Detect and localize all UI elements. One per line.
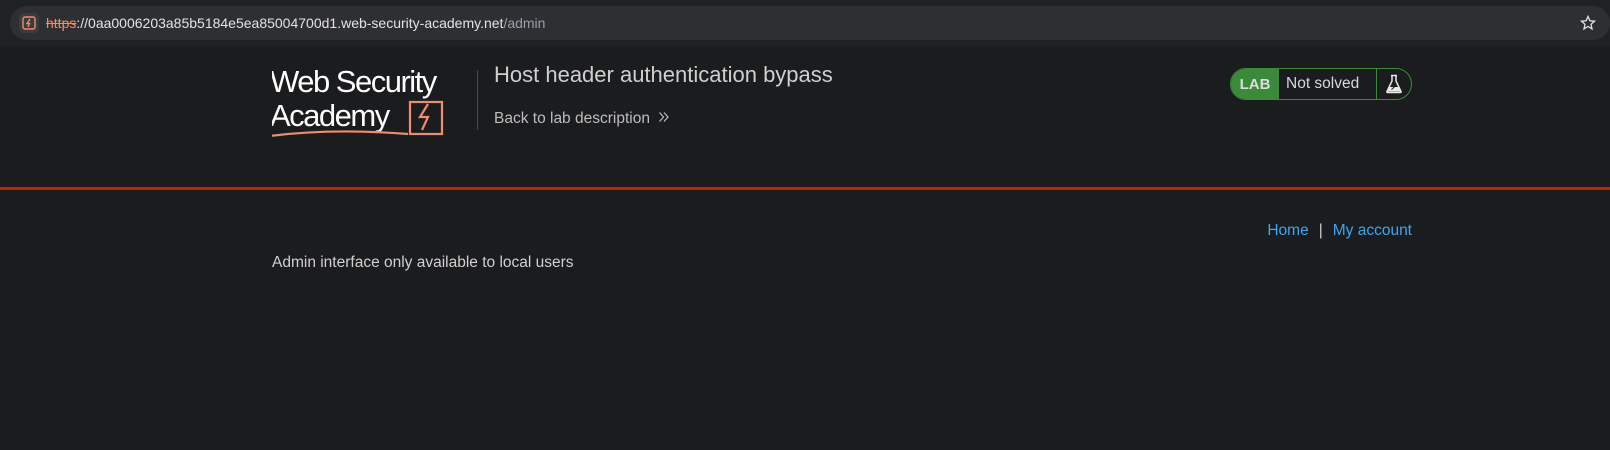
home-link[interactable]: Home	[1267, 222, 1308, 240]
lightning-icon[interactable]	[19, 13, 39, 33]
url-scheme: https	[46, 15, 77, 31]
lab-status-text: Not solved	[1279, 69, 1377, 99]
back-link-label: Back to lab description	[494, 110, 650, 127]
back-to-lab-description-link[interactable]: Back to lab description	[494, 110, 670, 128]
browser-toolbar: https://0aa0006203a85b5184e5ea85004700d1…	[0, 0, 1610, 46]
address-bar[interactable]: https://0aa0006203a85b5184e5ea85004700d1…	[10, 6, 1610, 40]
lab-header: Web Security Academy Host header authent…	[0, 46, 1610, 190]
header-divider	[477, 70, 478, 130]
double-chevron-right-icon	[658, 110, 670, 128]
top-navigation: Home | My account	[1267, 222, 1412, 240]
my-account-link[interactable]: My account	[1333, 222, 1412, 240]
star-icon[interactable]	[1578, 13, 1598, 33]
lab-status-widget: LAB Not solved	[1230, 68, 1412, 100]
flask-icon	[1377, 69, 1411, 99]
lab-title: Host header authentication bypass	[494, 62, 833, 87]
logo-line1: Web Security	[272, 64, 438, 99]
web-security-academy-logo[interactable]: Web Security Academy	[269, 62, 472, 142]
url-text[interactable]: https://0aa0006203a85b5184e5ea85004700d1…	[46, 15, 545, 31]
url-path: /admin	[503, 15, 546, 31]
logo-line2: Academy	[272, 98, 391, 133]
lab-badge: LAB	[1231, 69, 1279, 99]
url-host: 0aa0006203a85b5184e5ea85004700d1.web-sec…	[88, 15, 504, 31]
url-separator: ://	[76, 15, 89, 31]
nav-separator: |	[1318, 222, 1323, 239]
admin-message: Admin interface only available to local …	[272, 254, 574, 271]
